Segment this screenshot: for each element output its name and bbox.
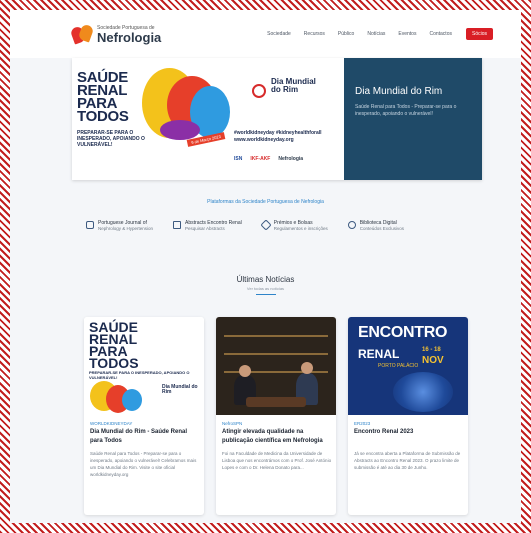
- image-days: 16 - 18: [422, 347, 441, 353]
- nav-sociedade[interactable]: Sociedade: [267, 31, 291, 37]
- news-card[interactable]: ENCONTRO RENAL 16 - 18 NOV PORTO PALÁCIO…: [348, 317, 468, 515]
- book-icon: [86, 221, 94, 229]
- kidney-ring-icon: [252, 84, 266, 98]
- news-headline[interactable]: Atingir elevada qualidade na publicação …: [222, 428, 332, 446]
- hero-banner[interactable]: SAÚDE RENAL PARA TODOS PREPARAR-SE PARA …: [72, 58, 482, 180]
- platform-abstracts[interactable]: Abstracts Encontro Renal Pesquisar Abstr…: [173, 220, 242, 232]
- hero-hashtags: #worldkidneyday #kidneyhealthforall www.…: [234, 130, 322, 143]
- nav-contactos[interactable]: Contactos: [429, 31, 452, 37]
- wkd-title: Dia Mundial do Rim: [271, 77, 316, 94]
- kidney-logo-icon: [69, 23, 95, 45]
- hero-title: SAÚDE RENAL PARA TODOS: [77, 69, 129, 125]
- main-nav: Sociedade Recursos Público Notícias Even…: [254, 28, 493, 40]
- image-title: SAÚDE RENAL PARA TODOS: [89, 319, 139, 371]
- news-card-image: ENCONTRO RENAL 16 - 18 NOV PORTO PALÁCIO: [348, 317, 468, 415]
- sponsor-isn: ISN: [234, 156, 243, 162]
- illustration-shape: [160, 120, 200, 140]
- logo-text: Sociedade Portuguesa de Nefrologia: [97, 25, 161, 44]
- logo-big-text: Nefrologia: [97, 29, 162, 45]
- news-tag[interactable]: NefroSPN: [222, 421, 242, 426]
- nav-recursos[interactable]: Recursos: [304, 31, 325, 37]
- news-heading: Últimas Notícias: [236, 275, 295, 284]
- news-excerpt: Foi na Faculdade de Medicina da Universi…: [222, 451, 332, 470]
- award-icon: [260, 219, 272, 231]
- image-title: ENCONTRO: [358, 324, 448, 341]
- platform-sub: Pesquisar Abstracts: [185, 226, 225, 231]
- platforms-heading: Plataformas da Sociedade Portuguesa de N…: [207, 199, 324, 205]
- news-tag[interactable]: WORLDKIDNEYDAY: [90, 421, 132, 426]
- news-card[interactable]: NefroSPN Atingir elevada qualidade na pu…: [216, 317, 336, 515]
- world-kidney-day-logo: Dia Mundial do Rim: [252, 76, 332, 106]
- platforms-row: Portuguese Journal of Nephrology & Hyper…: [86, 219, 424, 232]
- browser-page: Sociedade Portuguesa de Nefrologia Socie…: [10, 10, 521, 523]
- platform-library[interactable]: Biblioteca Digital Conteúdos Exclusivos: [347, 220, 405, 232]
- image-place: PORTO PALÁCIO: [378, 363, 419, 369]
- news-tag[interactable]: ER2023: [354, 421, 370, 426]
- cloud-icon: [347, 221, 356, 229]
- platform-sub: Conteúdos Exclusivos: [359, 226, 405, 231]
- site-logo[interactable]: Sociedade Portuguesa de Nefrologia: [69, 23, 161, 45]
- image-badge: Dia Mundial do Rim: [162, 384, 198, 395]
- platform-awards[interactable]: Prémios e Bolsas Regulamentos e inscriçõ…: [260, 219, 328, 232]
- platform-sub: Nephrology & Hypertension: [98, 226, 154, 231]
- sponsor-ikf: IKF-AKF: [250, 156, 271, 162]
- hero-panel-text: Saúde Renal para Todos - Preparar-se par…: [355, 104, 457, 117]
- sponsor-logos: ISN IKF-AKF Nefrologia: [234, 156, 311, 162]
- hero-subtitle: PREPARAR-SE PARA O INESPERADO, APOIANDO …: [77, 130, 145, 148]
- heading-underline: [256, 294, 276, 295]
- socios-button[interactable]: Sócios: [465, 28, 493, 40]
- news-card[interactable]: SAÚDE RENAL PARA TODOS PREPARAR-SE PARA …: [84, 317, 204, 515]
- platform-sub: Regulamentos e inscrições: [273, 226, 328, 231]
- view-all-news-link[interactable]: Ver todas as notícias: [10, 286, 521, 291]
- hero-image: SAÚDE RENAL PARA TODOS PREPARAR-SE PARA …: [72, 58, 344, 180]
- nav-eventos[interactable]: Eventos: [398, 31, 416, 37]
- image-subtitle: PREPARAR-SE PARA O INESPERADO, APOIANDO …: [89, 370, 190, 380]
- sponsor-spn: Nefrologia: [278, 156, 304, 162]
- image-month: NOV: [422, 355, 444, 366]
- news-excerpt: Saúde Renal para Todos - Preparar-se par…: [90, 451, 197, 477]
- news-card-image: SAÚDE RENAL PARA TODOS PREPARAR-SE PARA …: [84, 317, 204, 415]
- image-title: RENAL: [358, 347, 400, 361]
- news-card-image: [216, 317, 336, 415]
- hero-info-panel: Dia Mundial do Rim Saúde Renal para Todo…: [344, 58, 482, 180]
- nav-publico[interactable]: Público: [338, 31, 354, 37]
- news-headline[interactable]: Dia Mundial do Rim - Saúde Renal para To…: [90, 428, 200, 446]
- news-headline[interactable]: Encontro Renal 2023: [354, 428, 464, 437]
- site-header: Sociedade Portuguesa de Nefrologia Socie…: [10, 10, 521, 58]
- document-icon: [173, 221, 182, 229]
- nav-noticias[interactable]: Notícias: [367, 31, 385, 37]
- news-excerpt: Já se encontra aberta a Plataforma de Su…: [354, 451, 461, 470]
- hero-panel-title: Dia Mundial do Rim: [355, 86, 443, 97]
- platform-journal[interactable]: Portuguese Journal of Nephrology & Hyper…: [86, 220, 153, 232]
